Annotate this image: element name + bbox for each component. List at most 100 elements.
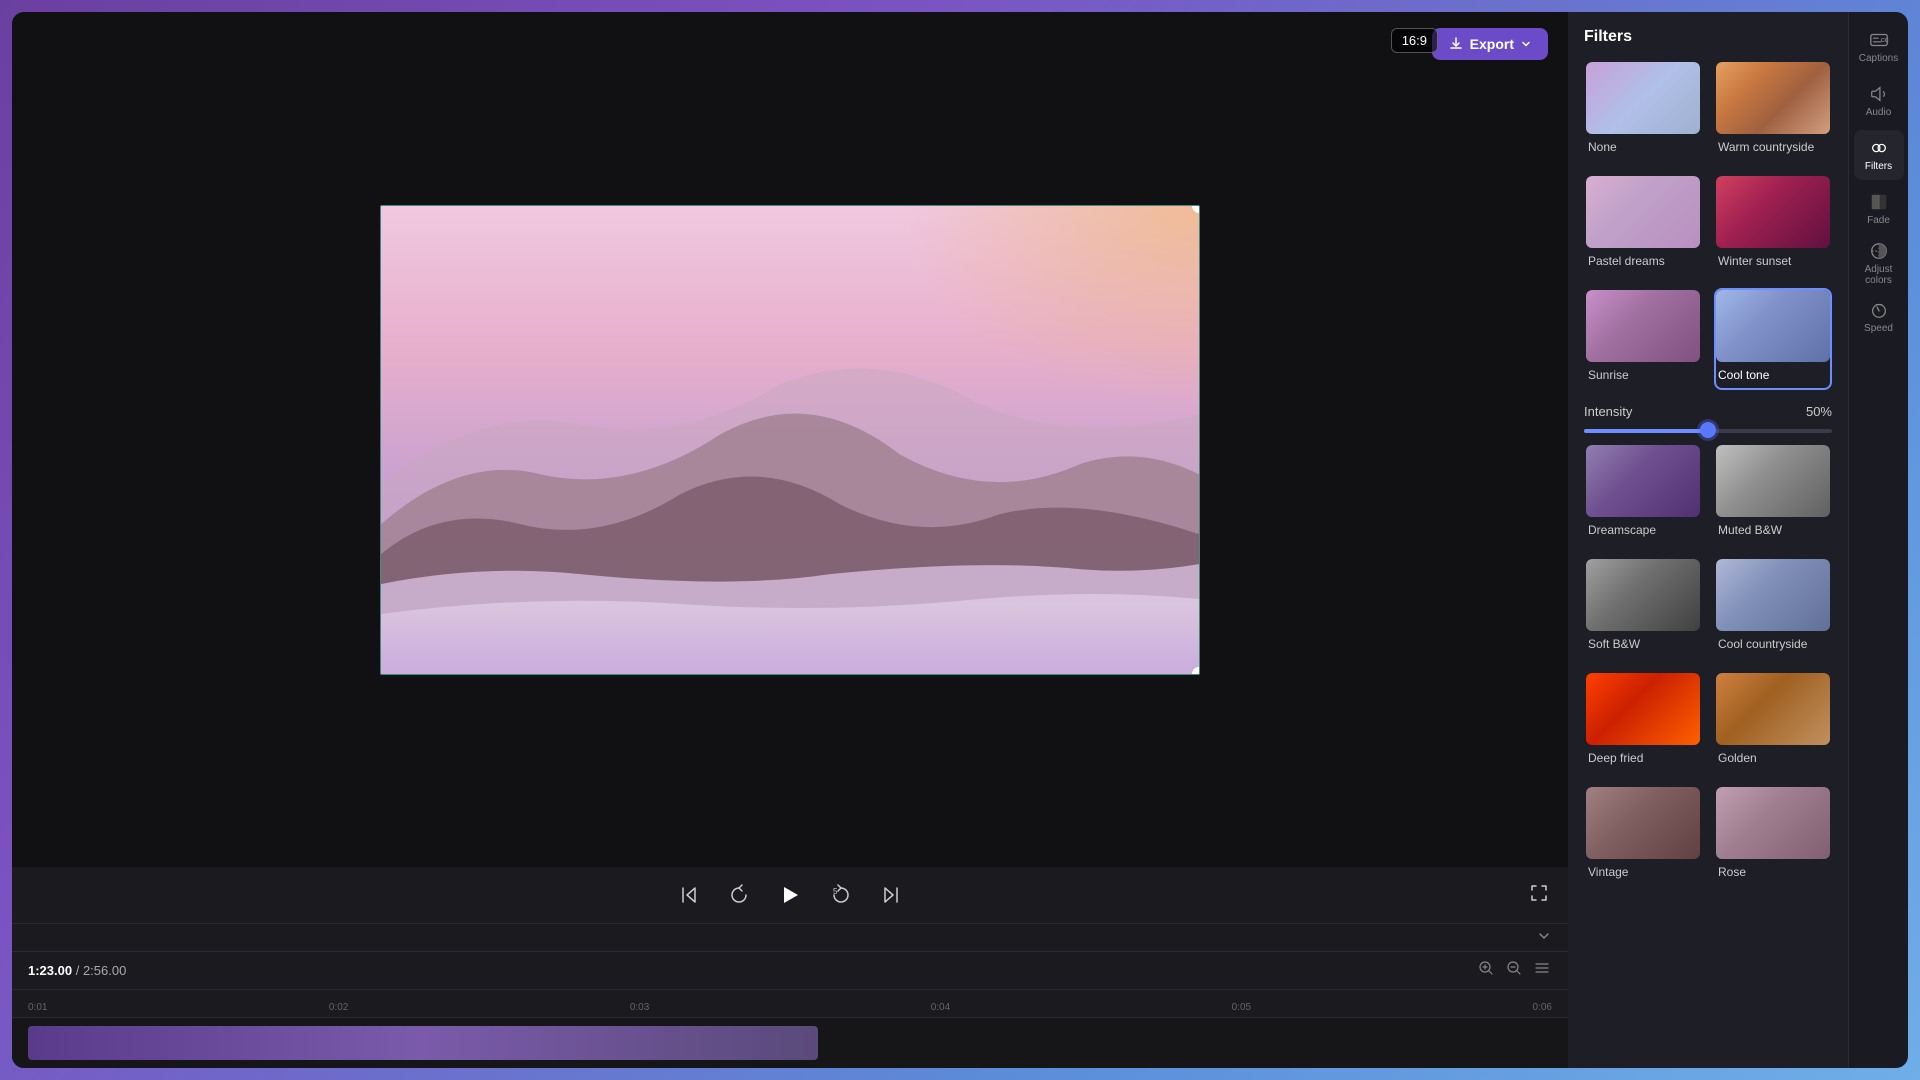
filter-dreamscape[interactable]: Dreamscape [1584, 443, 1702, 545]
filter-deep-fried-thumb [1586, 673, 1700, 745]
total-time: 2:56.00 [83, 963, 126, 978]
timeline-tracks[interactable] [12, 1018, 1568, 1068]
fit-timeline-button[interactable] [1532, 958, 1552, 983]
filter-golden-label: Golden [1716, 749, 1830, 771]
speed-label: Speed [1864, 323, 1893, 334]
timeline-collapse-button[interactable] [1536, 928, 1552, 947]
ruler-mark-4: 0:05 [1232, 1002, 1251, 1013]
skip-to-start-button[interactable] [674, 880, 704, 910]
rewind-button[interactable] [724, 880, 754, 910]
chevron-down-icon [1520, 38, 1532, 50]
filter-soft-bw-thumb [1586, 559, 1700, 631]
ruler-mark-2: 0:03 [630, 1002, 649, 1013]
filter-soft-bw[interactable]: Soft B&W [1584, 557, 1702, 659]
video-canvas [380, 205, 1200, 675]
adjust-colors-icon [1869, 241, 1889, 261]
fade-icon [1869, 192, 1889, 212]
zoom-in-button[interactable] [1476, 958, 1496, 983]
filter-none[interactable]: None [1584, 60, 1702, 162]
video-preview: Export 16:9 [12, 12, 1568, 867]
filter-cool-countryside-thumb [1716, 559, 1830, 631]
filter-rose[interactable]: Rose [1714, 785, 1832, 887]
filter-sunrise[interactable]: Sunrise [1584, 288, 1702, 390]
filter-vintage[interactable]: Vintage [1584, 785, 1702, 887]
export-button[interactable]: Export [1432, 28, 1548, 60]
rewind-icon [728, 884, 750, 906]
filter-cool-tone-thumb [1716, 290, 1830, 362]
play-icon [778, 883, 802, 907]
zoom-in-icon [1478, 960, 1494, 976]
fullscreen-button[interactable] [1530, 884, 1548, 907]
sidebar-item-adjust-colors[interactable]: Adjust colors [1854, 238, 1904, 288]
play-button[interactable] [774, 879, 806, 911]
filter-cool-countryside-label: Cool countryside [1716, 635, 1830, 657]
filter-rose-label: Rose [1716, 863, 1830, 885]
slider-thumb[interactable] [1700, 422, 1716, 438]
fit-icon [1534, 960, 1550, 976]
filters-title: Filters [1584, 28, 1832, 46]
filters-grid-2: Dreamscape Muted B&W Soft B&W Cool count… [1584, 443, 1832, 887]
filters-label: Filters [1865, 161, 1892, 172]
video-background [381, 206, 1199, 674]
main-area: Export 16:9 [12, 12, 1568, 1068]
video-controls: 5 [12, 867, 1568, 923]
sidebar-item-captions[interactable]: CC Captions [1854, 22, 1904, 72]
filter-golden-thumb [1716, 673, 1830, 745]
fullscreen-icon [1530, 884, 1548, 902]
filter-dreamscape-thumb [1586, 445, 1700, 517]
fade-label: Fade [1867, 215, 1890, 226]
filter-winter-sunset-label: Winter sunset [1716, 252, 1830, 274]
intensity-value: 50% [1806, 404, 1832, 419]
filter-none-thumb [1586, 62, 1700, 134]
filter-cool-tone-label: Cool tone [1716, 366, 1830, 388]
filter-warm-countryside-label: Warm countryside [1716, 138, 1830, 160]
filter-deep-fried[interactable]: Deep fried [1584, 671, 1702, 773]
video-track[interactable] [28, 1026, 818, 1060]
filter-muted-bw[interactable]: Muted B&W [1714, 443, 1832, 545]
sidebar-item-speed[interactable]: Speed [1854, 292, 1904, 342]
sidebar-item-filters[interactable]: Filters [1854, 130, 1904, 180]
sidebar-item-audio[interactable]: Audio [1854, 76, 1904, 126]
timeline-collapse-bar [12, 923, 1568, 951]
zoom-out-icon [1506, 960, 1522, 976]
svg-text:CC: CC [1880, 38, 1888, 44]
export-label: Export [1470, 36, 1514, 52]
captions-icon: CC [1869, 30, 1889, 50]
sidebar-item-fade[interactable]: Fade [1854, 184, 1904, 234]
adjust-colors-label: Adjust colors [1854, 264, 1904, 286]
filter-rose-thumb [1716, 787, 1830, 859]
filter-dreamscape-label: Dreamscape [1586, 521, 1700, 543]
filter-vintage-label: Vintage [1586, 863, 1700, 885]
filter-golden[interactable]: Golden [1714, 671, 1832, 773]
filters-panel: Filters None Warm countryside Pastel dre… [1568, 12, 1848, 1068]
audio-icon [1869, 84, 1889, 104]
filter-cool-countryside[interactable]: Cool countryside [1714, 557, 1832, 659]
timeline-controls [1476, 958, 1552, 983]
forward5-label: 5 [833, 887, 837, 896]
filter-deep-fried-label: Deep fried [1586, 749, 1700, 771]
intensity-slider[interactable] [1584, 429, 1832, 433]
intensity-label: Intensity [1584, 404, 1632, 419]
ruler-mark-5: 0:06 [1533, 1002, 1552, 1013]
ruler-mark-0: 0:01 [28, 1002, 47, 1013]
filter-winter-sunset[interactable]: Winter sunset [1714, 174, 1832, 276]
filter-warm-countryside-thumb [1716, 62, 1830, 134]
skip-end-icon [880, 884, 902, 906]
filter-warm-countryside[interactable]: Warm countryside [1714, 60, 1832, 162]
filter-sunrise-thumb [1586, 290, 1700, 362]
forward5-button[interactable]: 5 [826, 880, 856, 910]
filter-cool-tone[interactable]: Cool tone [1714, 288, 1832, 390]
filter-pastel-dreams[interactable]: Pastel dreams [1584, 174, 1702, 276]
filter-winter-sunset-thumb [1716, 176, 1830, 248]
skip-start-icon [678, 884, 700, 906]
current-time: 1:23.00 [28, 963, 72, 978]
filter-sunrise-label: Sunrise [1586, 366, 1700, 388]
filter-vintage-thumb [1586, 787, 1700, 859]
filters-grid: None Warm countryside Pastel dreams Wint… [1584, 60, 1832, 390]
right-panel: Filters None Warm countryside Pastel dre… [1568, 12, 1908, 1068]
timeline-area: 1:23.00 / 2:56.00 [12, 951, 1568, 1068]
filter-none-label: None [1586, 138, 1700, 160]
audio-label: Audio [1866, 107, 1892, 118]
zoom-out-button[interactable] [1504, 958, 1524, 983]
skip-to-end-button[interactable] [876, 880, 906, 910]
